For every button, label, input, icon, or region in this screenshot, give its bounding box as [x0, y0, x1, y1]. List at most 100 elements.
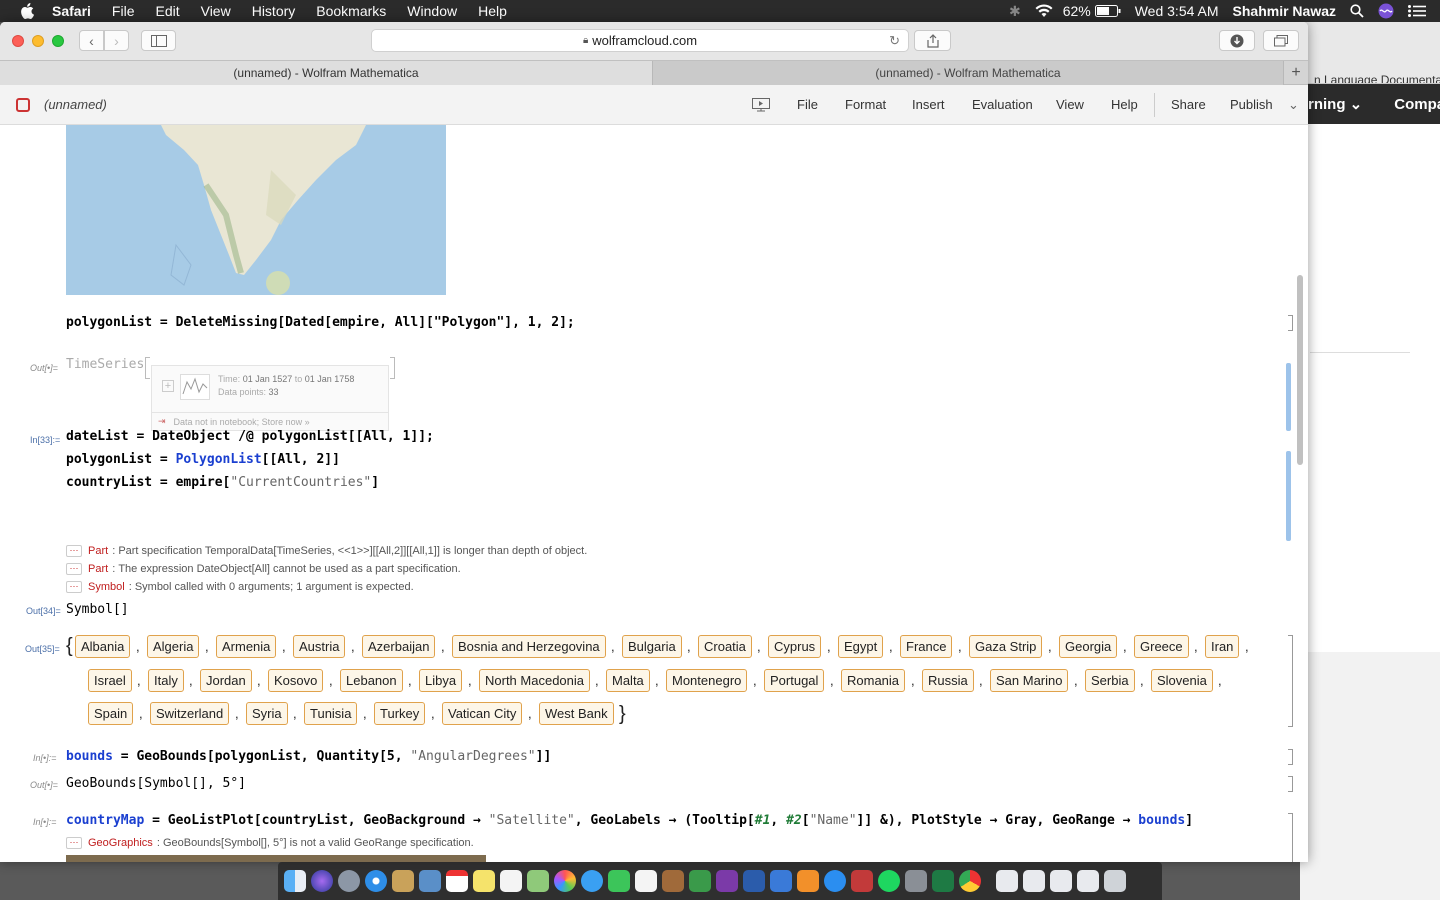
country-entity[interactable]: Bulgaria — [622, 635, 682, 658]
blue-scroll-indicator[interactable] — [1286, 363, 1291, 431]
menu-evaluation[interactable]: Evaluation — [972, 97, 1033, 112]
finder-icon[interactable] — [284, 870, 306, 892]
input-polygonlist[interactable]: polygonList = DeleteMissing[Dated[empire… — [66, 315, 575, 330]
app-store-icon[interactable] — [824, 870, 846, 892]
message-symbol[interactable]: GeoGraphics — [88, 837, 153, 849]
country-entity[interactable]: Serbia — [1085, 669, 1135, 692]
notebook-title[interactable]: (unnamed) — [44, 97, 107, 112]
launchpad-icon[interactable] — [338, 870, 360, 892]
background-tab[interactable]: n Language Documentation — [1300, 22, 1440, 84]
excel-icon[interactable] — [932, 870, 954, 892]
menu-window[interactable]: Window — [407, 3, 457, 19]
spotify-icon[interactable] — [878, 870, 900, 892]
country-entity[interactable]: Libya — [419, 669, 463, 692]
input-datelist[interactable]: dateList = DateObject /@ polygonList[[Al… — [66, 429, 434, 444]
nav-company[interactable]: Company — [1394, 96, 1440, 113]
country-entity[interactable]: San Marino — [990, 669, 1069, 692]
notebook-area[interactable]: polygonList = DeleteMissing[Dated[empire… — [0, 125, 1308, 862]
notification-center-icon[interactable] — [1408, 5, 1426, 17]
country-entity[interactable]: Georgia — [1059, 635, 1118, 658]
country-entity[interactable]: Gaza Strip — [969, 635, 1043, 658]
country-entity[interactable]: Greece — [1134, 635, 1189, 658]
forward-button[interactable]: › — [104, 30, 129, 51]
apple-icon[interactable] — [20, 3, 34, 19]
country-entity[interactable]: Bosnia and Herzegovina — [452, 635, 606, 658]
country-entity[interactable]: Lebanon — [340, 669, 403, 692]
presenter-icon[interactable] — [752, 98, 770, 112]
country-entity[interactable]: Turkey — [374, 702, 426, 725]
menu-file-mma[interactable]: File — [797, 97, 818, 112]
country-entity[interactable]: North Macedonia — [479, 669, 590, 692]
wolfram-logo-icon[interactable] — [16, 98, 30, 112]
input-countrymap[interactable]: countryMap = GeoListPlot[countryList, Ge… — [66, 813, 1193, 828]
numbers-icon[interactable] — [689, 870, 711, 892]
preview-icon[interactable] — [419, 870, 441, 892]
tab-1[interactable]: (unnamed) - Wolfram Mathematica — [0, 61, 653, 85]
menu-view-mma[interactable]: View — [1056, 97, 1084, 112]
message-menu-icon[interactable]: ⋯ — [66, 837, 82, 849]
message-menu-icon[interactable]: ⋯ — [66, 545, 82, 557]
country-entity[interactable]: Israel — [88, 669, 132, 692]
country-entity[interactable]: Albania — [75, 635, 131, 658]
notefile-icon[interactable] — [392, 870, 414, 892]
siri-dock-icon[interactable] — [311, 870, 333, 892]
country-entity[interactable]: Austria — [293, 635, 346, 658]
menu-app-safari[interactable]: Safari — [52, 3, 91, 19]
photos-icon[interactable] — [554, 870, 576, 892]
new-tab-button[interactable]: + — [1284, 61, 1308, 85]
window-thumb-icon[interactable] — [1077, 870, 1099, 892]
country-entity[interactable]: Malta — [606, 669, 650, 692]
window-thumb-icon[interactable] — [1050, 870, 1072, 892]
share-menu[interactable]: Share — [1171, 97, 1206, 112]
menu-format[interactable]: Format — [845, 97, 886, 112]
country-entity[interactable]: Portugal — [764, 669, 825, 692]
address-bar[interactable]: 🔒︎ wolframcloud.com ↻ — [371, 29, 909, 52]
expand-plus-icon[interactable]: + — [162, 380, 174, 392]
store-now-link[interactable]: Data not in notebook; Store now » — [174, 417, 310, 427]
photo-booth-icon[interactable] — [851, 870, 873, 892]
message-symbol[interactable]: Part — [88, 563, 108, 575]
message-menu-icon[interactable]: ⋯ — [66, 563, 82, 575]
share-button[interactable] — [914, 30, 951, 51]
menu-history[interactable]: History — [252, 3, 296, 19]
menu-edit[interactable]: Edit — [155, 3, 179, 19]
cell-bracket[interactable] — [1288, 635, 1293, 727]
tab-2[interactable]: (unnamed) - Wolfram Mathematica — [653, 61, 1284, 85]
timeseries-summary-box[interactable]: + Time: 01 Jan 1527 to 01 Jan 1758 Data … — [151, 365, 389, 431]
background-browser-window[interactable]: n Language Documentation rning ⌄ Company — [1300, 22, 1440, 900]
sidebar-button[interactable] — [141, 30, 176, 51]
cell-bracket[interactable] — [1288, 749, 1293, 765]
zoom-button[interactable] — [52, 35, 64, 47]
menu-help[interactable]: Help — [478, 3, 507, 19]
country-entity[interactable]: Tunisia — [304, 702, 358, 725]
ibooks-icon[interactable] — [797, 870, 819, 892]
menu-insert[interactable]: Insert — [912, 97, 945, 112]
scrollbar-thumb[interactable] — [1297, 275, 1303, 465]
country-entity[interactable]: Jordan — [200, 669, 252, 692]
trash-icon[interactable] — [1104, 870, 1126, 892]
country-entity[interactable]: Kosovo — [268, 669, 324, 692]
keynote-icon[interactable] — [770, 870, 792, 892]
country-entity[interactable]: Switzerland — [150, 702, 230, 725]
bluetooth-icon[interactable]: ✱ — [1009, 3, 1021, 20]
calendar-icon[interactable] — [446, 870, 468, 892]
message-symbol[interactable]: Part — [88, 545, 108, 557]
country-entity[interactable]: Croatia — [698, 635, 752, 658]
menubar-user[interactable]: Shahmir Nawaz — [1233, 3, 1336, 19]
country-entity[interactable]: Montenegro — [666, 669, 748, 692]
country-entity[interactable]: Iran — [1205, 635, 1240, 658]
reload-icon[interactable]: ↻ — [889, 33, 900, 49]
country-entity[interactable]: Italy — [148, 669, 184, 692]
window-thumb-icon[interactable] — [996, 870, 1018, 892]
input-polygonlist-2[interactable]: polygonList = PolygonList[[All, 2]] — [66, 452, 340, 467]
country-entity[interactable]: Russia — [922, 669, 974, 692]
siri-icon[interactable] — [1378, 3, 1394, 19]
publish-menu[interactable]: Publish — [1230, 97, 1273, 112]
collapse-chevron-icon[interactable]: ⌄ — [1288, 97, 1299, 113]
window-thumb-icon[interactable] — [1023, 870, 1045, 892]
menu-view[interactable]: View — [201, 3, 231, 19]
country-entity[interactable]: Egypt — [838, 635, 884, 658]
cell-bracket[interactable] — [1288, 813, 1293, 862]
menu-help-mma[interactable]: Help — [1111, 97, 1138, 112]
country-entity[interactable]: Romania — [841, 669, 906, 692]
